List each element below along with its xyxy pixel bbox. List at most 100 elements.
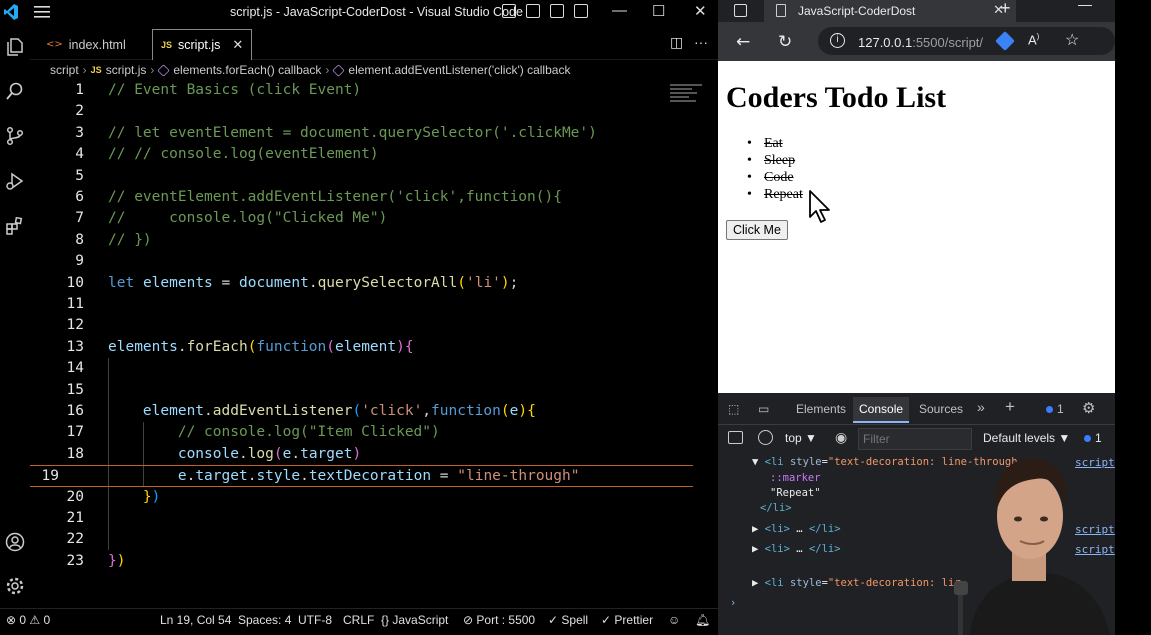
chevron-right-icon: › bbox=[82, 63, 87, 77]
minimize-icon[interactable]: — bbox=[612, 2, 627, 19]
toggle-panel-icon[interactable] bbox=[526, 4, 540, 18]
tab-label: index.html bbox=[68, 37, 126, 52]
notifications-bell-icon[interactable]: 🔔︎ bbox=[695, 613, 710, 627]
live-server-port[interactable]: ⊘ Port : 5500 bbox=[463, 613, 535, 627]
explorer-icon[interactable] bbox=[5, 37, 25, 57]
sidebar-toggle-icon[interactable] bbox=[728, 431, 743, 444]
devtools-settings-icon[interactable]: ⚙ bbox=[1082, 399, 1095, 417]
tab-script-js[interactable]: JS script.js ✕ bbox=[152, 29, 253, 60]
html-file-icon: <> bbox=[46, 39, 63, 50]
todo-item[interactable]: Eat bbox=[726, 135, 803, 152]
url-text: 127.0.0.1:5500/script/ bbox=[858, 35, 984, 50]
clear-console-icon[interactable] bbox=[758, 430, 773, 445]
toggle-sidebar-icon[interactable] bbox=[502, 4, 516, 18]
customize-layout-icon[interactable] bbox=[574, 4, 588, 18]
live-expression-eye-icon[interactable]: ◉ bbox=[835, 429, 847, 446]
tab-sources[interactable]: Sources bbox=[919, 402, 963, 416]
devtools-panel: ⬚ ▭ Elements Console Sources » + 1 ⚙ top… bbox=[718, 393, 1115, 635]
read-aloud-icon[interactable]: A) bbox=[1028, 32, 1039, 47]
closing-tag: </li> bbox=[760, 502, 792, 514]
source-control-icon[interactable] bbox=[5, 126, 25, 146]
device-toolbar-icon[interactable]: ▭ bbox=[758, 402, 769, 416]
context-selector[interactable]: top ▼ bbox=[785, 431, 817, 445]
code-line: 1// Event Basics (click Event) bbox=[75, 82, 362, 98]
js-file-icon: JS bbox=[161, 40, 173, 50]
code-line: 7// console.log("Clicked Me") bbox=[75, 210, 388, 227]
encoding[interactable]: UTF-8 bbox=[298, 613, 332, 627]
console-entry[interactable]: ▶ <li> … </li> bbox=[752, 523, 841, 535]
code-line: 15 bbox=[66, 381, 84, 398]
breadcrumb-folder[interactable]: script bbox=[50, 63, 79, 77]
code-line: 22 bbox=[66, 531, 84, 548]
page-heading: Coders Todo List bbox=[726, 81, 947, 114]
split-editor-icon[interactable]: ◫ bbox=[670, 34, 683, 51]
issues-badge[interactable]: 1 bbox=[1046, 402, 1064, 416]
code-line-current: 19 e.target.style.textDecoration = "line… bbox=[30, 465, 693, 487]
devtools-tabs: ⬚ ▭ Elements Console Sources » + 1 ⚙ bbox=[718, 393, 1115, 425]
todo-item[interactable]: Repeat bbox=[726, 186, 803, 203]
language-mode[interactable]: {} JavaScript bbox=[381, 613, 448, 627]
feedback-icon[interactable]: ☺ bbox=[668, 613, 680, 627]
prettier[interactable]: ✓ Prettier bbox=[601, 613, 653, 627]
console-entry[interactable]: ▶ <li style="text-decoration: lir bbox=[752, 577, 961, 589]
search-icon[interactable] bbox=[5, 81, 25, 101]
code-line: 18 console.log(e.target) bbox=[66, 445, 362, 462]
inspect-element-icon[interactable]: ⬚ bbox=[728, 402, 739, 416]
todo-item[interactable]: Sleep bbox=[726, 152, 803, 169]
presenter-webcam-image bbox=[954, 458, 1110, 635]
tab-index-html[interactable]: <> index.html bbox=[38, 29, 134, 60]
more-tabs-icon[interactable]: » bbox=[977, 399, 985, 415]
vscode-window: script.js - JavaScript-CoderDost - Visua… bbox=[0, 0, 718, 635]
new-tab-icon[interactable]: + bbox=[1000, 0, 1011, 19]
close-icon[interactable]: ✕ bbox=[694, 2, 707, 20]
minimize-icon[interactable]: — bbox=[1078, 0, 1092, 12]
code-line: 17 // console.log("Item Clicked") bbox=[66, 424, 440, 441]
breadcrumb-symbol-2[interactable]: element.addEventListener('click') callba… bbox=[348, 63, 570, 77]
back-icon[interactable]: ← bbox=[736, 32, 750, 52]
activity-bar bbox=[0, 25, 30, 608]
breadcrumb-file[interactable]: script.js bbox=[106, 63, 147, 77]
extensions-icon[interactable] bbox=[5, 216, 25, 236]
status-bar: ⊗ 0 ⚠ 0 Ln 19, Col 54 Spaces: 4 UTF-8 CR… bbox=[0, 608, 718, 632]
todo-item[interactable]: Code bbox=[726, 169, 803, 186]
maximize-icon[interactable]: ☐ bbox=[652, 2, 665, 20]
tab-actions-icon[interactable] bbox=[734, 4, 747, 17]
tab-close-icon[interactable]: ✕ bbox=[232, 37, 243, 53]
run-debug-icon[interactable] bbox=[5, 171, 25, 191]
marker-pseudo: ::marker bbox=[770, 472, 821, 484]
code-line: 8// }) bbox=[75, 231, 152, 248]
menu-icon[interactable] bbox=[34, 6, 50, 18]
add-tab-icon[interactable]: + bbox=[1005, 397, 1015, 417]
tab-elements[interactable]: Elements bbox=[796, 402, 846, 416]
chevron-right-icon: › bbox=[150, 63, 155, 77]
settings-gear-icon[interactable] bbox=[5, 576, 25, 596]
indentation[interactable]: Spaces: 4 bbox=[238, 613, 291, 627]
code-line: 21 bbox=[66, 510, 84, 526]
account-icon[interactable] bbox=[5, 532, 25, 552]
site-info-icon[interactable]: i bbox=[830, 33, 845, 48]
browser-window: JavaScript-CoderDost ✕ + — ← ↻ i 127.0.0… bbox=[718, 0, 1115, 635]
problems-indicator[interactable]: ⊗ 0 ⚠ 0 bbox=[6, 613, 50, 627]
tab-console[interactable]: Console bbox=[853, 397, 910, 423]
code-line: 2 bbox=[75, 103, 84, 120]
code-line: 16 element.addEventListener('click',func… bbox=[66, 403, 536, 419]
breadcrumb-symbol-1[interactable]: elements.forEach() callback bbox=[173, 63, 321, 77]
title-bar: script.js - JavaScript-CoderDost - Visua… bbox=[0, 0, 718, 25]
breadcrumb: script › JS script.js › elements.forEach… bbox=[50, 61, 570, 79]
spell-check[interactable]: ✓ Spell bbox=[548, 613, 588, 627]
more-actions-icon[interactable]: ··· bbox=[694, 34, 708, 50]
line-ending[interactable]: CRLF bbox=[343, 613, 374, 627]
refresh-icon[interactable]: ↻ bbox=[778, 32, 792, 52]
text-node: "Repeat" bbox=[770, 487, 821, 499]
symbol-method-icon bbox=[157, 63, 171, 77]
browser-tab[interactable]: JavaScript-CoderDost ✕ bbox=[764, 0, 1016, 22]
chevron-right-icon: › bbox=[325, 63, 330, 77]
console-prompt-icon[interactable]: › bbox=[730, 597, 736, 609]
toggle-secondary-sidebar-icon[interactable] bbox=[550, 4, 564, 18]
cursor-position[interactable]: Ln 19, Col 54 bbox=[160, 613, 231, 627]
add-favorite-icon[interactable]: ☆ bbox=[1065, 30, 1079, 50]
console-entry[interactable]: ▶ <li> … </li> bbox=[752, 543, 841, 555]
todo-list: Eat Sleep Code Repeat bbox=[726, 135, 803, 203]
code-editor[interactable]: 1// Event Basics (click Event) 2 3// let… bbox=[30, 80, 718, 608]
click-me-button[interactable]: Click Me bbox=[726, 220, 788, 240]
